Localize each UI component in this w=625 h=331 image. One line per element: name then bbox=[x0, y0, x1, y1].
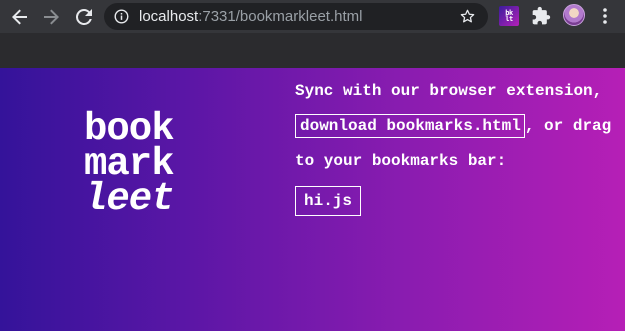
back-arrow-icon bbox=[12, 9, 27, 25]
site-logo: book mark leet bbox=[84, 110, 175, 221]
url-path: :7331/bookmarkleet.html bbox=[198, 8, 363, 25]
reload-icon bbox=[76, 9, 92, 25]
browser-chrome: localhost:7331/bookmarkleet.html bk lt bbox=[0, 0, 625, 68]
url-text[interactable]: localhost:7331/bookmarkleet.html bbox=[139, 7, 362, 26]
puzzle-icon[interactable] bbox=[531, 6, 551, 26]
forward-arrow-icon bbox=[44, 9, 59, 25]
reload-button[interactable] bbox=[71, 4, 97, 30]
hi-js-bookmarklet[interactable]: hi.js bbox=[295, 186, 362, 216]
extension-label-bottom: lt bbox=[505, 15, 513, 23]
logo-line-3: leet bbox=[84, 177, 175, 221]
or-drag-text: , or drag bbox=[524, 117, 612, 135]
url-host: localhost bbox=[139, 8, 199, 25]
star-icon[interactable] bbox=[459, 8, 476, 25]
address-bar[interactable]: localhost:7331/bookmarkleet.html bbox=[104, 3, 488, 30]
info-icon[interactable] bbox=[114, 9, 129, 24]
download-line: download bookmarks.html, or drag bbox=[295, 114, 611, 138]
bookmarkleet-extension-icon[interactable]: bk lt bbox=[499, 6, 519, 26]
page-content: book mark leet Sync with our browser ext… bbox=[0, 68, 625, 331]
download-bookmarks-link[interactable]: download bookmarks.html bbox=[295, 114, 525, 138]
to-bookmarks-bar-text: to your bookmarks bar: bbox=[295, 152, 507, 170]
browser-toolbar: localhost:7331/bookmarkleet.html bk lt bbox=[0, 0, 625, 33]
forward-button[interactable] bbox=[38, 4, 64, 30]
sync-text: Sync with our browser extension, bbox=[295, 82, 603, 100]
profile-avatar[interactable] bbox=[563, 4, 585, 26]
menu-dots-icon[interactable] bbox=[598, 6, 612, 26]
back-button[interactable] bbox=[7, 4, 33, 30]
